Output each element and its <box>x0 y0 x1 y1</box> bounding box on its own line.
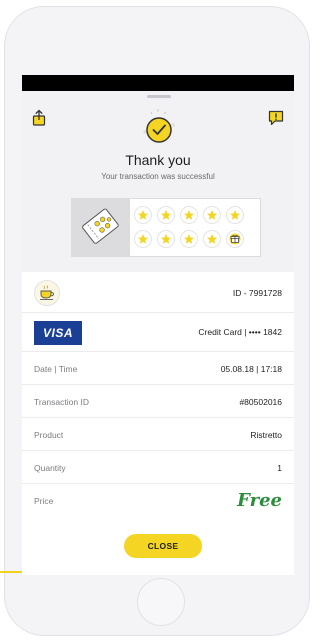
visa-logo: VISA <box>34 321 82 345</box>
star-stamp-icon <box>157 230 175 248</box>
share-icon[interactable] <box>30 109 48 127</box>
star-stamp-icon <box>180 230 198 248</box>
receipt-sheet: Thank you Your transaction was successfu… <box>22 75 294 575</box>
home-button[interactable] <box>137 578 185 626</box>
star-stamp-icon <box>134 206 152 224</box>
coffee-cup-icon <box>34 280 60 306</box>
detail-row-transaction-id: Transaction ID #80502016 <box>22 385 294 418</box>
detail-value: #80502016 <box>239 397 282 407</box>
transaction-ref: ID - 7991728 <box>232 288 282 298</box>
star-stamp-icon <box>157 206 175 224</box>
detail-label: Transaction ID <box>34 397 89 407</box>
star-stamp-icon <box>226 206 244 224</box>
check-icon <box>143 109 175 143</box>
detail-label: Date | Time <box>34 364 78 374</box>
report-icon[interactable] <box>267 109 285 127</box>
ticket-panel <box>72 199 130 256</box>
price-value: Free <box>237 490 282 511</box>
star-stamp-icon <box>203 230 221 248</box>
payment-row: VISA Credit Card | •••• 1842 <box>22 313 294 352</box>
detail-row-price: Price Free <box>22 484 294 516</box>
drag-handle[interactable] <box>147 95 171 98</box>
detail-value: 1 <box>277 463 282 473</box>
star-stamp-icon <box>180 206 198 224</box>
gift-icon <box>226 230 244 248</box>
page-title: Thank you <box>125 152 191 168</box>
status-bar <box>22 75 294 91</box>
receipt-header: Thank you Your transaction was successfu… <box>22 91 294 272</box>
ticket-icon <box>82 208 119 244</box>
transaction-details: ID - 7991728 VISA Credit Card | •••• 184… <box>22 272 294 516</box>
payment-method: Credit Card | •••• 1842 <box>198 327 282 337</box>
product-id-row: ID - 7991728 <box>22 272 294 313</box>
detail-row-date: Date | Time 05.08.18 | 17:18 <box>22 352 294 385</box>
star-stamp-icon <box>134 230 152 248</box>
loyalty-card <box>71 198 261 257</box>
detail-label: Product <box>34 430 64 440</box>
page-subtitle: Your transaction was successful <box>101 172 215 181</box>
detail-value: 05.08.18 | 17:18 <box>220 364 282 374</box>
star-stamp-icon <box>203 206 221 224</box>
detail-value: Ristretto <box>250 430 282 440</box>
detail-row-product: Product Ristretto <box>22 418 294 451</box>
detail-label: Price <box>34 496 54 506</box>
close-button[interactable]: CLOSE <box>124 534 202 558</box>
detail-row-quantity: Quantity 1 <box>22 451 294 484</box>
detail-label: Quantity <box>34 463 66 473</box>
